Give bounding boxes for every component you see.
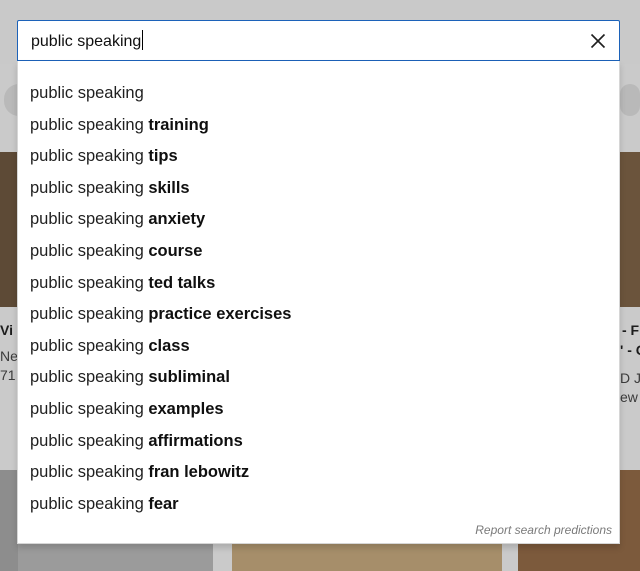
search-query-text: public speaking — [31, 33, 142, 50]
suggestion-prefix: public speaking — [30, 115, 149, 134]
suggestion-prefix: public speaking — [30, 273, 149, 292]
search-input[interactable]: public speaking — [31, 30, 571, 52]
suggestion-completion: fear — [148, 494, 179, 513]
suggestion-item[interactable]: public speaking anxiety — [18, 204, 619, 236]
suggestion-completion: examples — [148, 399, 224, 418]
suggestion-item[interactable]: public speaking subliminal — [18, 362, 619, 394]
suggestion-prefix: public speaking — [30, 336, 149, 355]
suggestion-prefix: public speaking — [30, 399, 149, 418]
suggestion-item[interactable]: public speaking practice exercises — [18, 299, 619, 331]
suggestion-completion: practice exercises — [148, 305, 292, 324]
suggestion-item[interactable]: public speaking examples — [18, 394, 619, 426]
background-meta-fragment: 71 — [0, 367, 16, 383]
suggestion-item[interactable]: public speaking skills — [18, 173, 619, 205]
suggestion-prefix: public speaking — [30, 84, 144, 102]
suggestion-completion: class — [148, 336, 190, 355]
background-thumbnail — [18, 544, 213, 571]
suggestion-item[interactable]: public speaking course — [18, 236, 619, 268]
background-title-fragment: ' - C — [620, 342, 640, 358]
background-meta-fragment: D JC — [620, 370, 640, 386]
background-thumbnail — [620, 152, 640, 307]
suggestion-prefix: public speaking — [30, 147, 149, 166]
close-icon — [590, 33, 606, 49]
suggestion-prefix: public speaking — [30, 368, 149, 387]
suggestion-item[interactable]: public speaking training — [18, 110, 619, 142]
suggestion-prefix: public speaking — [30, 210, 149, 229]
suggestion-item[interactable]: public speaking — [18, 78, 619, 110]
report-search-predictions-link[interactable]: Report search predictions — [475, 523, 612, 537]
suggestion-completion: tips — [148, 147, 178, 166]
suggestion-list: public speaking public speaking training… — [18, 61, 619, 520]
suggestion-completion: fran lebowitz — [148, 463, 250, 482]
suggestion-completion: affirmations — [148, 431, 243, 450]
search-suggestions-dropdown: public speaking public speaking training… — [17, 61, 620, 544]
suggestion-prefix: public speaking — [30, 494, 149, 513]
suggestion-item[interactable]: public speaking class — [18, 331, 619, 363]
background-chip — [620, 84, 640, 116]
background-meta-fragment: ew — [620, 389, 638, 405]
suggestion-completion: subliminal — [148, 368, 230, 387]
background-thumbnail — [0, 152, 18, 307]
suggestion-completion: skills — [148, 178, 190, 197]
search-box: public speaking — [17, 20, 620, 61]
text-caret — [142, 30, 144, 50]
suggestion-prefix: public speaking — [30, 431, 149, 450]
suggestion-completion: anxiety — [148, 210, 206, 229]
suggestion-item[interactable]: public speaking affirmations — [18, 426, 619, 458]
suggestion-completion: course — [148, 241, 203, 260]
suggestion-item[interactable]: public speaking ted talks — [18, 268, 619, 300]
clear-search-button[interactable] — [585, 28, 611, 54]
suggestion-item[interactable]: public speaking tips — [18, 141, 619, 173]
suggestion-completion: ted talks — [148, 273, 216, 292]
background-thumbnail — [232, 544, 502, 571]
background-meta-fragment: Ne — [0, 348, 18, 364]
suggestion-completion: training — [148, 115, 209, 134]
suggestion-item[interactable]: public speaking fear — [18, 489, 619, 521]
suggestion-prefix: public speaking — [30, 463, 149, 482]
suggestion-prefix: public speaking — [30, 305, 149, 324]
background-thumbnail — [0, 470, 18, 571]
suggestion-item[interactable]: public speaking fran lebowitz — [18, 457, 619, 489]
suggestion-prefix: public speaking — [30, 241, 149, 260]
suggestion-prefix: public speaking — [30, 178, 149, 197]
background-title-fragment: - F — [622, 322, 640, 338]
